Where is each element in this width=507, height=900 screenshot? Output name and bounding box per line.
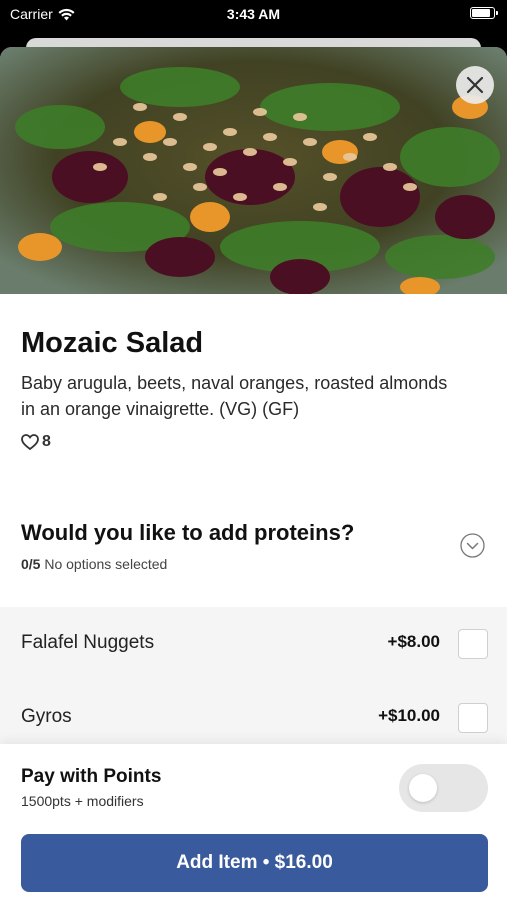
item-detail-sheet: Mozaic Salad Baby arugula, beets, naval … [0,47,507,900]
option-name: Gyros [21,706,72,727]
selection-status: No options selected [44,556,168,572]
close-icon [466,76,484,94]
close-button[interactable] [456,66,494,104]
chevron-down-icon [460,533,485,558]
status-time: 3:43 AM [226,6,281,22]
likes-count: 8 [42,433,51,450]
protein-options-list: Falafel Nuggets +$8.00 Gyros +$10.00 [0,607,507,757]
item-description: Baby arugula, beets, naval oranges, roas… [21,373,448,419]
like-button[interactable]: 8 [21,433,51,451]
status-bar: Carrier 3:43 AM [0,0,507,30]
selection-count: 0/5 [21,556,41,572]
option-name: Falafel Nuggets [21,632,155,653]
option-row-falafel-nuggets[interactable]: Falafel Nuggets +$8.00 [0,607,507,681]
points-subtitle: 1500pts + modifiers [21,793,144,809]
proteins-selection-status: 0/5 No options selected [21,556,167,572]
option-price: +$8.00 [387,632,440,651]
item-photo [0,47,507,294]
pay-with-points-title: Pay with Points [21,766,162,787]
pay-with-points-toggle[interactable] [399,764,488,812]
item-title: Mozaic Salad [21,327,204,359]
battery-icon [470,7,498,19]
option-checkbox[interactable] [458,703,488,733]
collapse-section-button[interactable] [460,533,485,558]
option-price: +$10.00 [378,706,440,725]
proteins-section-title: Would you like to add proteins? [21,520,355,545]
option-checkbox[interactable] [458,629,488,659]
toggle-knob [409,774,437,802]
add-item-button[interactable]: Add Item • $16.00 [21,834,488,892]
checkout-footer: Pay with Points 1500pts + modifiers Add … [0,744,507,900]
heart-icon [21,434,39,450]
